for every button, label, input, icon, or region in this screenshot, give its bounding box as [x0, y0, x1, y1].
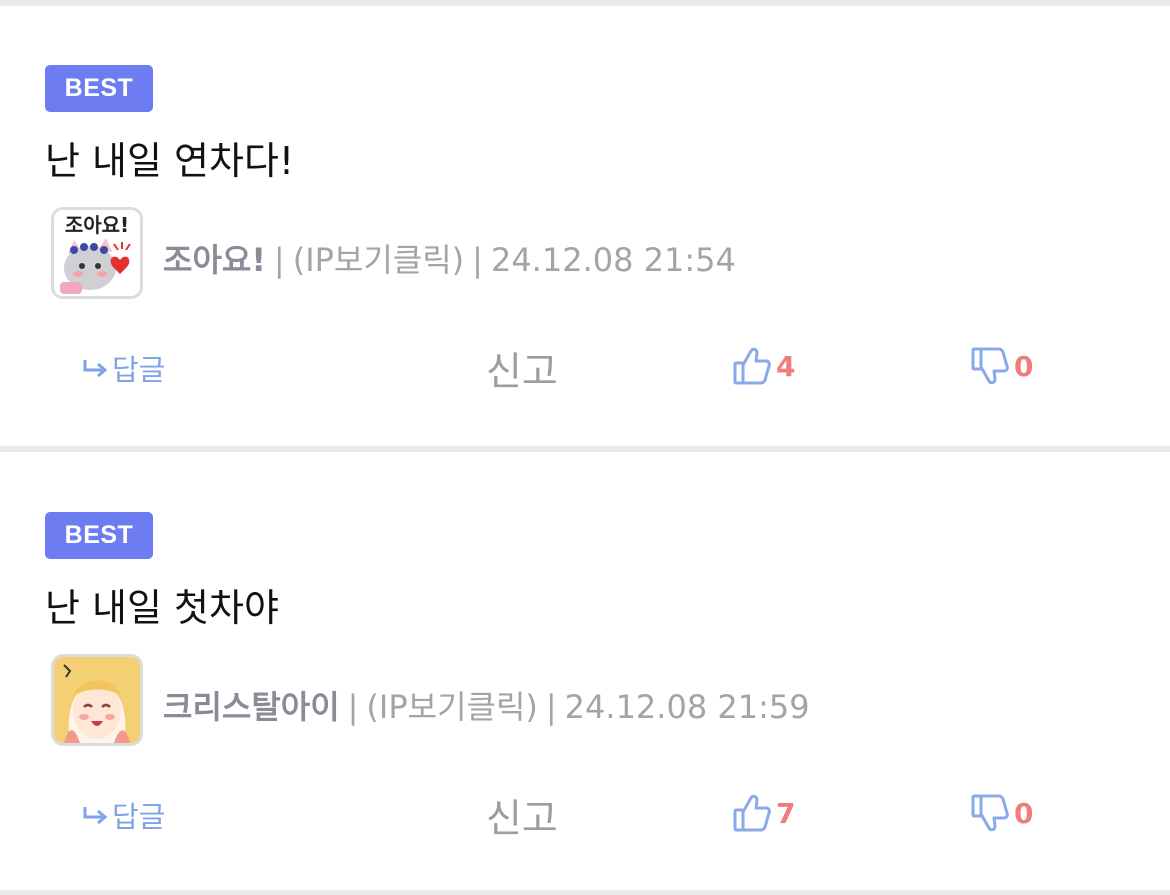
meta-separator: |	[273, 241, 285, 279]
comment-meta: 조아요! | (IP보기클릭) | 24.12.08 21:54	[163, 235, 736, 281]
reply-label: 답글	[112, 353, 166, 387]
thumbs-up-icon	[733, 794, 771, 832]
thumbs-up-icon	[733, 347, 771, 385]
dislike-button[interactable]: 0	[970, 792, 1033, 834]
meta-separator: |	[347, 688, 359, 726]
avatar[interactable]	[51, 654, 143, 746]
like-button[interactable]: 7	[732, 792, 795, 834]
comment-datetime: 24.12.08 21:59	[564, 688, 810, 726]
author-name[interactable]: 크리스탈아이	[163, 688, 340, 726]
comment-datetime: 24.12.08 21:54	[490, 241, 736, 279]
comment-meta: 크리스탈아이 | (IP보기클릭) | 24.12.08 21:59	[163, 682, 810, 728]
reply-label: 답글	[112, 800, 166, 834]
report-button[interactable]: 신고	[486, 341, 558, 397]
best-badge: BEST	[45, 512, 153, 559]
ip-link[interactable]: (IP보기클릭)	[293, 241, 464, 279]
like-count: 7	[776, 796, 796, 830]
thumbs-down-icon	[971, 347, 1009, 385]
reply-button[interactable]: 답글	[82, 794, 165, 836]
comment-actions: 답글 신고 7 0	[0, 788, 1170, 842]
meta-separator: |	[472, 241, 483, 279]
comment-text: 난 내일 첫차야	[45, 586, 279, 630]
anime-girl-avatar-icon	[54, 657, 140, 743]
dislike-button[interactable]: 0	[970, 345, 1033, 387]
bottom-divider	[0, 890, 1170, 895]
ip-link[interactable]: (IP보기클릭)	[366, 688, 537, 726]
comment-text: 난 내일 연차다!	[45, 139, 295, 183]
like-count: 4	[776, 349, 796, 383]
thumbs-down-icon	[971, 794, 1009, 832]
dislike-count: 0	[1014, 796, 1034, 830]
dislike-count: 0	[1014, 349, 1034, 383]
like-button[interactable]: 4	[732, 345, 795, 387]
report-button[interactable]: 신고	[486, 788, 558, 844]
reply-button[interactable]: 답글	[82, 347, 165, 389]
avatar-caption: 조아요!	[65, 213, 129, 237]
meta-separator: |	[545, 688, 557, 726]
comment-item: BEST 난 내일 첫차야 크리스탈아이 | (IP보기클릭) | 24.12.08 2…	[0, 453, 1170, 893]
author-name[interactable]: 조아요!	[163, 241, 266, 279]
comment-divider	[0, 446, 1170, 452]
reply-arrow-icon	[83, 360, 108, 378]
best-badge: BEST	[45, 65, 153, 112]
comment-actions: 답글 신고 4 0	[0, 341, 1170, 395]
cat-sticker-avatar-icon: 조아요!	[54, 210, 140, 296]
comment-item: BEST 난 내일 연차다! 조아요! 조아요! | (IP보기클릭) | 24.12.…	[0, 6, 1170, 446]
avatar[interactable]: 조아요!	[51, 207, 143, 299]
reply-arrow-icon	[83, 807, 108, 825]
